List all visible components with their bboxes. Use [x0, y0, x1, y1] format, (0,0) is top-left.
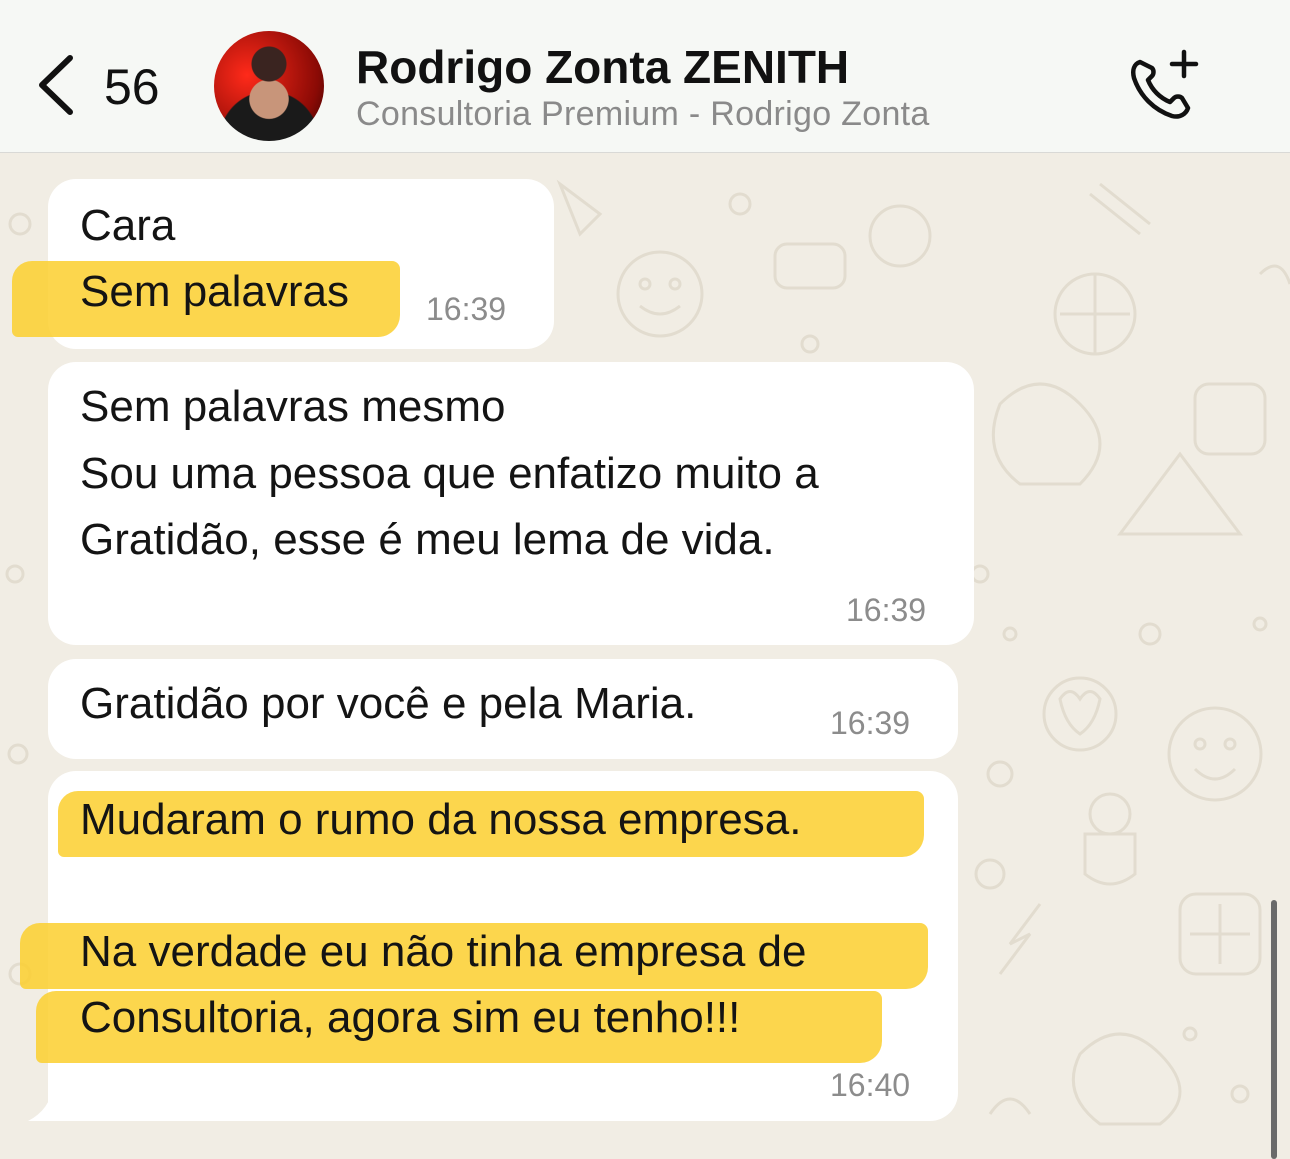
message-time: 16:40	[830, 1067, 911, 1103]
message-time: 16:39	[830, 705, 911, 741]
message-text: Cara	[80, 201, 176, 250]
message-text: Sem palavras	[80, 267, 350, 316]
scrollbar[interactable]	[1271, 900, 1277, 1159]
add-call-icon[interactable]	[1126, 48, 1202, 120]
message-list[interactable]: Cara Sem palavras 16:39 Sem palavras mes…	[0, 154, 1290, 1159]
message-text: Mudaram o rumo da nossa empresa.	[80, 795, 802, 844]
chevron-left-icon[interactable]	[34, 52, 78, 118]
message-text: Gratidão por você e pela Maria.	[80, 679, 697, 728]
message-bubble[interactable]: Cara Sem palavras 16:39	[12, 179, 554, 349]
message-time: 16:39	[426, 291, 507, 327]
bubble-tail	[28, 1084, 68, 1121]
message-text: Na verdade eu não tinha empresa de	[80, 927, 807, 976]
message-bubble[interactable]: Mudaram o rumo da nossa empresa. Na verd…	[20, 771, 958, 1121]
avatar[interactable]	[214, 31, 324, 141]
message-bubble[interactable]: Gratidão por você e pela Maria. 16:39	[48, 659, 958, 759]
contact-name[interactable]: Rodrigo Zonta ZENITH	[356, 40, 849, 94]
message-time: 16:39	[846, 592, 927, 628]
message-text: Sou uma pessoa que enfatizo muito a	[80, 449, 819, 498]
chat-header: 56 Rodrigo Zonta ZENITH Consultoria Prem…	[0, 0, 1290, 153]
message-text: Sem palavras mesmo	[80, 382, 506, 431]
contact-subtitle[interactable]: Consultoria Premium - Rodrigo Zonta	[356, 95, 930, 134]
message-text: Consultoria, agora sim eu tenho!!!	[80, 993, 741, 1042]
message-text: Gratidão, esse é meu lema de vida.	[80, 515, 775, 564]
unread-count[interactable]: 56	[104, 58, 160, 116]
message-bubble[interactable]: Sem palavras mesmo Sou uma pessoa que en…	[48, 362, 974, 645]
